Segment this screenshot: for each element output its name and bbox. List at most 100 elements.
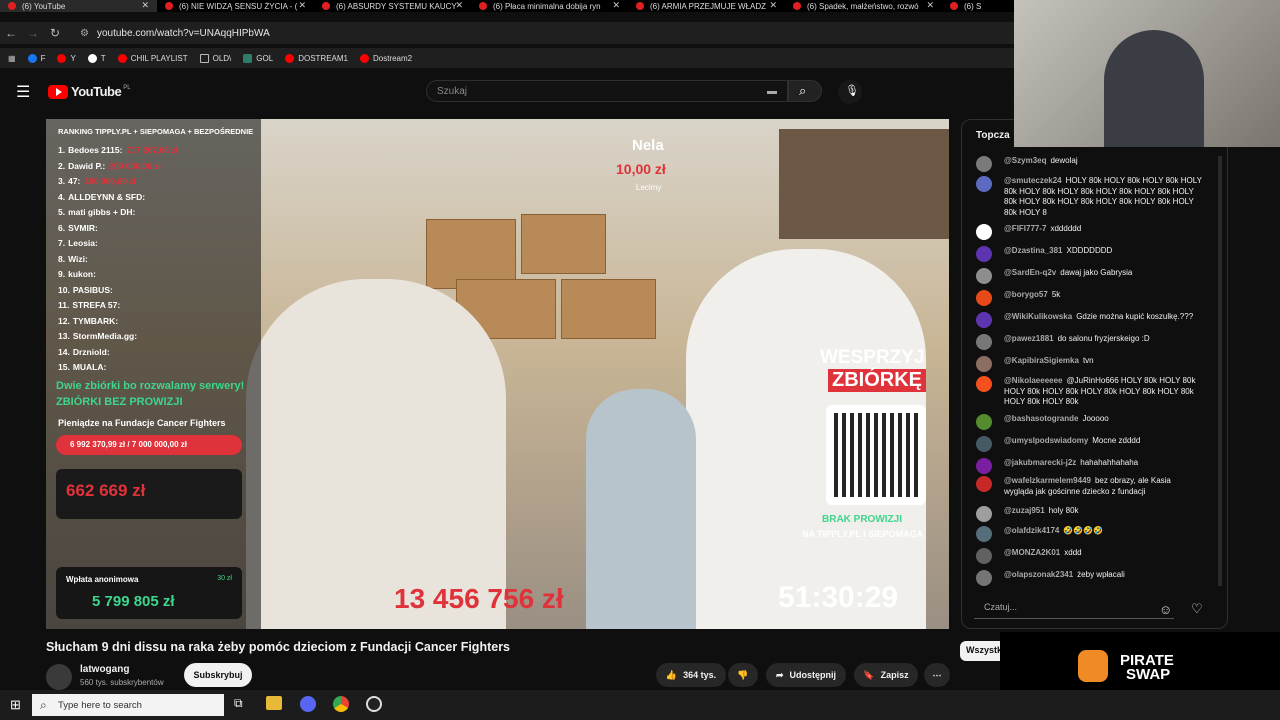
chat-author[interactable]: @smuteczek24 — [1004, 176, 1062, 185]
subscribe-button[interactable]: Subskrybuj — [184, 663, 252, 687]
avatar[interactable] — [976, 436, 992, 452]
chat-input[interactable]: Czatuj... — [974, 599, 1174, 619]
more-actions-button[interactable]: ⋯ — [924, 663, 950, 687]
avatar[interactable] — [976, 356, 992, 372]
chat-message[interactable]: @olapszonak2341 żeby wpłacali — [976, 570, 1202, 586]
chat-author[interactable]: @KapibiraSigiemka — [1004, 356, 1079, 365]
avatar[interactable] — [976, 224, 992, 240]
chat-author[interactable]: @Nikolaeeeeee — [1004, 376, 1063, 385]
chat-author[interactable]: @umyslpodswiadomy — [1004, 436, 1088, 445]
chat-message[interactable]: @FIFI777-7 xdddddd — [976, 224, 1202, 240]
avatar[interactable] — [976, 176, 992, 192]
channel-name[interactable]: latwogang — [80, 664, 129, 675]
browser-tab[interactable]: (6) YouTube ✕ — [0, 0, 157, 12]
chat-header[interactable]: Topcza — [976, 130, 1010, 141]
chat-author[interactable]: @Szym3eq — [1004, 156, 1046, 165]
browser-tab[interactable]: (6) ARMIA PRZEJMUJE WŁADZ ✕ — [628, 0, 785, 12]
chat-message[interactable]: @KapibiraSigiemka tvn — [976, 356, 1202, 372]
chat-author[interactable]: @borygo57 — [1004, 290, 1048, 299]
avatar[interactable] — [976, 570, 992, 586]
share-button[interactable]: ➦ Udostępnij — [766, 663, 846, 687]
browser-tab[interactable]: (6) Płaca minimalna dobija ryn ✕ — [471, 0, 628, 12]
browser-tab[interactable]: (6) S — [942, 0, 1014, 12]
bookmark-item[interactable]: Y — [57, 53, 76, 63]
close-icon[interactable]: ✕ — [141, 0, 149, 11]
dislike-button[interactable]: 👎 — [728, 663, 758, 687]
chat-author[interactable]: @olafdzik4174 — [1004, 526, 1059, 535]
obs-icon[interactable] — [366, 696, 382, 712]
chat-message[interactable]: @wafelzkarmelem9449 bez obrazy, ale Kasia… — [976, 476, 1202, 497]
avatar[interactable] — [976, 290, 992, 306]
chat-message[interactable]: @Szym3eq dewolaj — [976, 156, 1202, 172]
taskbar-search-input[interactable]: ⌕ Type here to search — [32, 694, 224, 716]
avatar[interactable] — [976, 548, 992, 564]
chat-message[interactable]: @jakubmarecki-j2z hahahahhahaha — [976, 458, 1202, 474]
close-icon[interactable]: ✕ — [769, 0, 777, 11]
chat-author[interactable]: @bashasotogrande — [1004, 414, 1078, 423]
keyboard-icon[interactable]: ▬ — [767, 86, 777, 97]
close-icon[interactable]: ✕ — [612, 0, 620, 11]
task-view-icon[interactable]: ⧉ — [234, 696, 243, 711]
chat-message[interactable]: @zuzaj951 holy 80k — [976, 506, 1202, 522]
youtube-logo[interactable]: YouTube PL — [48, 84, 131, 99]
chat-author[interactable]: @wafelzkarmelem9449 — [1004, 476, 1091, 485]
browser-tab[interactable]: (6) Spadek, małżeństwo, rozwó ✕ — [785, 0, 942, 12]
avatar[interactable] — [976, 376, 992, 392]
chat-message[interactable]: @MONZA2K01 xddd — [976, 548, 1202, 564]
bookmark-folder[interactable]: OLD\ — [199, 53, 231, 63]
bookmark-item[interactable]: T — [87, 53, 106, 63]
bookmark-item[interactable]: Dostream2 — [359, 53, 412, 63]
close-icon[interactable]: ✕ — [926, 0, 934, 11]
close-icon[interactable]: ✕ — [298, 0, 306, 11]
url-field[interactable]: ⚙ youtube.com/watch?v=UNAqqHIPbWA — [80, 22, 1010, 44]
chat-message[interactable]: @bashasotogrande Jooooo — [976, 414, 1202, 430]
search-button[interactable]: ⌕ — [788, 80, 822, 102]
avatar[interactable] — [976, 334, 992, 350]
chat-message[interactable]: @SardEn-q2v dawaj jako Gabrysia — [976, 268, 1202, 284]
chat-scrollbar[interactable] — [1218, 156, 1222, 586]
bookmark-item[interactable]: DOSTREAM1 — [285, 53, 348, 63]
like-button[interactable]: 👍 364 tys. — [656, 663, 726, 687]
chat-message[interactable]: @WikiKulikowska Gdzie można kupić koszulk… — [976, 312, 1202, 328]
avatar[interactable] — [976, 526, 992, 542]
search-input[interactable]: Szukaj ▬ — [426, 80, 788, 102]
chat-message[interactable]: @smuteczek24 HOLY 80k HOLY 80k HOLY 80k H… — [976, 176, 1202, 218]
avatar[interactable] — [976, 268, 992, 284]
bookmark-item[interactable]: GOL — [243, 53, 273, 63]
voice-search-button[interactable]: 🎙 — [838, 80, 862, 104]
chat-author[interactable]: @SardEn-q2v — [1004, 268, 1056, 277]
bookmark-item[interactable]: CHIL PLAYLIST — [117, 53, 188, 63]
chat-message[interactable]: @Dzastina_381 XDDDDDDD — [976, 246, 1202, 262]
chat-author[interactable]: @WikiKulikowska — [1004, 312, 1072, 321]
chat-author[interactable]: @Dzastina_381 — [1004, 246, 1063, 255]
channel-avatar[interactable] — [46, 664, 72, 690]
chat-author[interactable]: @olapszonak2341 — [1004, 570, 1073, 579]
chrome-icon[interactable] — [333, 696, 349, 712]
chat-author[interactable]: @FIFI777-7 — [1004, 224, 1046, 233]
avatar[interactable] — [976, 246, 992, 262]
chat-message[interactable]: @pawez1881 do salonu fryzjerskeigo :D — [976, 334, 1202, 350]
file-explorer-icon[interactable] — [266, 696, 282, 710]
bookmark-item[interactable]: F — [27, 53, 45, 63]
chat-message[interactable]: @Nikolaeeeeee @JuRinHo666 HOLY 80k HOLY 8… — [976, 376, 1202, 408]
browser-tab[interactable]: (6) ABSURDY SYSTEMU KAUCY ✕ — [314, 0, 471, 12]
back-arrow-icon[interactable]: ← — [0, 26, 22, 40]
chat-message[interactable]: @olafdzik4174 🤣🤣🤣🤣 — [976, 526, 1202, 542]
discord-icon[interactable] — [300, 696, 316, 712]
avatar[interactable] — [976, 506, 992, 522]
emoji-icon[interactable]: ☺ — [1159, 602, 1172, 617]
avatar[interactable] — [976, 156, 992, 172]
chat-author[interactable]: @jakubmarecki-j2z — [1004, 458, 1076, 467]
video-player[interactable]: RANKING TIPPLY.PL + SIEPOMAGA + BEZPOŚRE… — [46, 119, 949, 629]
chat-author[interactable]: @MONZA2K01 — [1004, 548, 1060, 557]
chat-author[interactable]: @pawez1881 — [1004, 334, 1054, 343]
avatar[interactable] — [976, 458, 992, 474]
close-icon[interactable]: ✕ — [455, 0, 463, 11]
menu-icon[interactable]: ☰ — [16, 82, 30, 102]
avatar[interactable] — [976, 414, 992, 430]
forward-arrow-icon[interactable]: → — [22, 26, 44, 40]
chat-author[interactable]: @zuzaj951 — [1004, 506, 1045, 515]
apps-grid-icon[interactable]: ▦ — [8, 54, 16, 63]
browser-tab[interactable]: (6) NIE WIDZĄ SENSU ŻYCIA - (✕ — [157, 0, 314, 12]
reload-icon[interactable]: ↻ — [44, 26, 66, 40]
